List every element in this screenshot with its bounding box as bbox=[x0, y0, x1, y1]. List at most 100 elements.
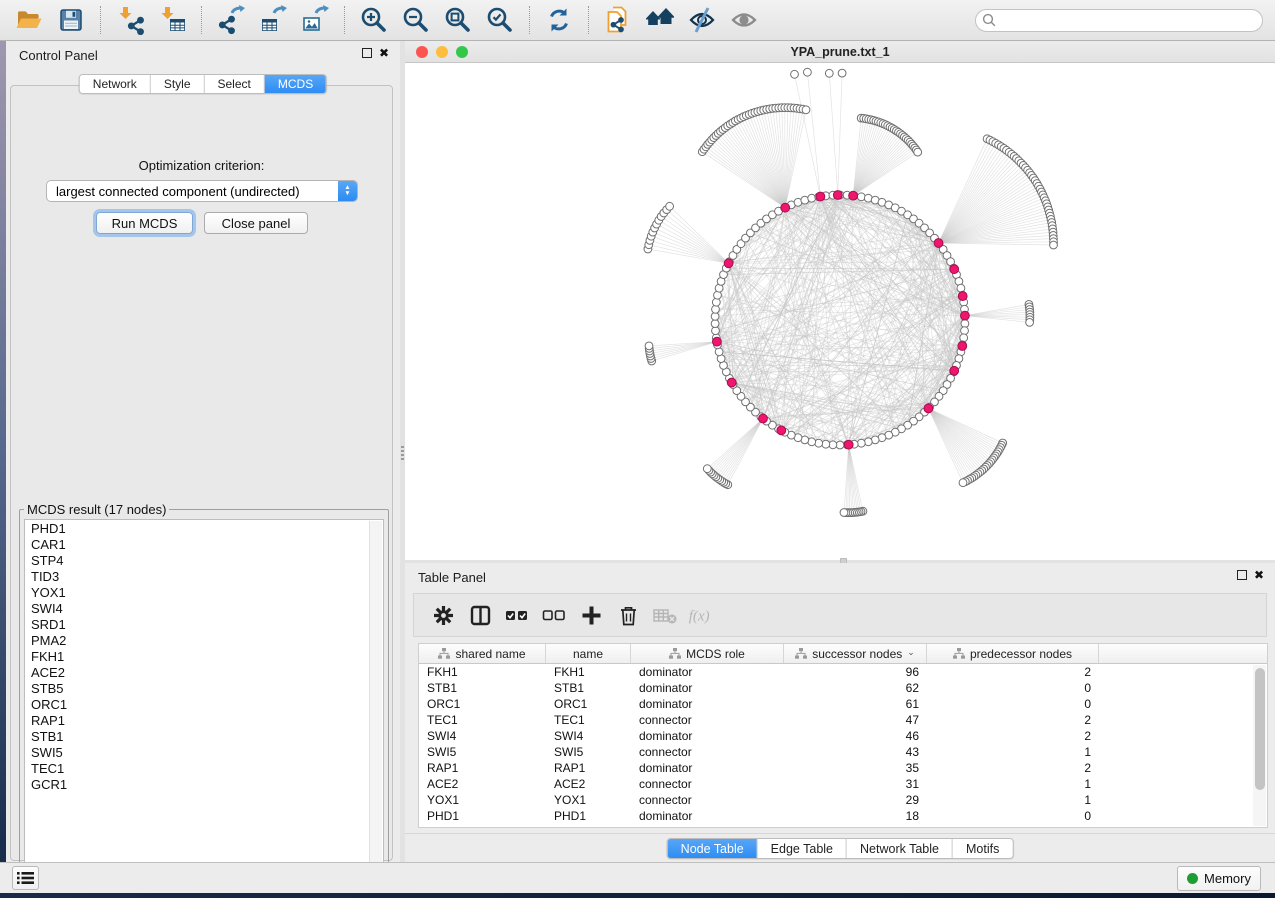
table-row[interactable]: ACE2ACE2connector311 bbox=[419, 776, 1267, 792]
cell-predecessor-nodes[interactable]: 0 bbox=[927, 696, 1099, 712]
cell-name[interactable]: RAP1 bbox=[546, 760, 631, 776]
memory-button[interactable]: Memory bbox=[1177, 866, 1261, 891]
cell-shared-name[interactable]: ACE2 bbox=[419, 776, 546, 792]
network-hub-node[interactable] bbox=[950, 366, 959, 375]
cell-MCDS-role[interactable]: dominator bbox=[631, 680, 784, 696]
export-table-icon[interactable] bbox=[256, 4, 290, 36]
network-node[interactable] bbox=[957, 284, 965, 292]
cell-shared-name[interactable]: STB1 bbox=[419, 680, 546, 696]
network-node[interactable] bbox=[838, 69, 846, 77]
cell-name[interactable]: YOX1 bbox=[546, 792, 631, 808]
cell-shared-name[interactable]: ORC1 bbox=[419, 696, 546, 712]
network-node[interactable] bbox=[840, 509, 848, 517]
cell-MCDS-role[interactable]: connector bbox=[631, 744, 784, 760]
cell-name[interactable]: FKH1 bbox=[546, 664, 631, 680]
tab-edge-table[interactable]: Edge Table bbox=[758, 839, 847, 858]
cell-shared-name[interactable]: SWI4 bbox=[419, 728, 546, 744]
network-node[interactable] bbox=[864, 438, 872, 446]
cell-predecessor-nodes[interactable]: 2 bbox=[927, 760, 1099, 776]
cell-shared-name[interactable]: TEC1 bbox=[419, 712, 546, 728]
table-scrollbar-thumb[interactable] bbox=[1255, 668, 1265, 790]
network-node[interactable] bbox=[645, 342, 653, 350]
network-node[interactable] bbox=[857, 439, 865, 447]
network-node[interactable] bbox=[791, 70, 799, 78]
network-node[interactable] bbox=[815, 439, 823, 447]
column-header-MCDS-role[interactable]: MCDS role bbox=[631, 644, 784, 663]
cell-MCDS-role[interactable]: connector bbox=[631, 712, 784, 728]
float-table-panel-icon[interactable] bbox=[1237, 570, 1247, 580]
zoom-fit-icon[interactable] bbox=[441, 4, 475, 36]
cell-shared-name[interactable]: YOX1 bbox=[419, 792, 546, 808]
cell-shared-name[interactable]: PHD1 bbox=[419, 808, 546, 824]
cell-name[interactable]: TEC1 bbox=[546, 712, 631, 728]
column-header-name[interactable]: name bbox=[546, 644, 631, 663]
network-hub-node[interactable] bbox=[833, 191, 842, 200]
cell-predecessor-nodes[interactable]: 2 bbox=[927, 664, 1099, 680]
zoom-selected-icon[interactable] bbox=[483, 4, 517, 36]
network-node[interactable] bbox=[711, 320, 719, 328]
show-graphics-details-icon[interactable] bbox=[727, 4, 761, 36]
mcds-result-item[interactable]: ORC1 bbox=[26, 697, 368, 713]
network-hub-node[interactable] bbox=[950, 265, 959, 274]
minimize-window-icon[interactable] bbox=[436, 46, 448, 58]
import-network-icon[interactable] bbox=[113, 4, 147, 36]
delete-icon[interactable] bbox=[613, 600, 643, 630]
cell-shared-name[interactable]: RAP1 bbox=[419, 760, 546, 776]
mcds-result-item[interactable]: SRD1 bbox=[26, 617, 368, 633]
mcds-result-item[interactable]: CAR1 bbox=[26, 537, 368, 553]
network-node[interactable] bbox=[714, 291, 722, 299]
cell-MCDS-role[interactable]: dominator bbox=[631, 808, 784, 824]
run-mcds-button[interactable]: Run MCDS bbox=[96, 212, 193, 234]
cell-successor-nodes[interactable]: 47 bbox=[784, 712, 927, 728]
column-header-shared-name[interactable]: shared name bbox=[419, 644, 546, 663]
home-icon[interactable] bbox=[643, 4, 677, 36]
add-icon[interactable] bbox=[576, 600, 606, 630]
save-icon[interactable] bbox=[54, 4, 88, 36]
float-panel-icon[interactable] bbox=[362, 48, 372, 58]
mcds-result-item[interactable]: STB5 bbox=[26, 681, 368, 697]
network-hub-node[interactable] bbox=[759, 414, 768, 423]
network-node[interactable] bbox=[829, 441, 837, 449]
cell-predecessor-nodes[interactable]: 2 bbox=[927, 728, 1099, 744]
mcds-result-item[interactable]: YOX1 bbox=[26, 585, 368, 601]
network-hub-node[interactable] bbox=[958, 342, 967, 351]
table-row[interactable]: SWI5SWI5connector431 bbox=[419, 744, 1267, 760]
cell-predecessor-nodes[interactable]: 2 bbox=[927, 712, 1099, 728]
mcds-result-item[interactable]: STP4 bbox=[26, 553, 368, 569]
maximize-window-icon[interactable] bbox=[456, 46, 468, 58]
network-node[interactable] bbox=[822, 440, 830, 448]
network-hub-node[interactable] bbox=[727, 378, 736, 387]
mcds-result-item[interactable]: TID3 bbox=[26, 569, 368, 585]
network-hub-node[interactable] bbox=[816, 192, 825, 201]
mcds-result-item[interactable]: SWI4 bbox=[26, 601, 368, 617]
cell-successor-nodes[interactable]: 29 bbox=[784, 792, 927, 808]
cell-MCDS-role[interactable]: dominator bbox=[631, 728, 784, 744]
visual-properties-icon[interactable] bbox=[685, 4, 719, 36]
network-node[interactable] bbox=[808, 194, 816, 202]
column-header-predecessor-nodes[interactable]: predecessor nodes bbox=[927, 644, 1099, 663]
network-node[interactable] bbox=[804, 68, 812, 76]
cell-successor-nodes[interactable]: 31 bbox=[784, 776, 927, 792]
tab-select[interactable]: Select bbox=[205, 75, 265, 93]
mcds-result-item[interactable]: GCR1 bbox=[26, 777, 368, 793]
column-header-successor-nodes[interactable]: successor nodes⌄ bbox=[784, 644, 927, 663]
table-row[interactable]: STB1STB1dominator620 bbox=[419, 680, 1267, 696]
select-all-icon[interactable] bbox=[502, 600, 532, 630]
mcds-result-item[interactable]: RAP1 bbox=[26, 713, 368, 729]
show-panels-button[interactable] bbox=[12, 866, 39, 890]
table-row[interactable]: PHD1PHD1dominator180 bbox=[419, 808, 1267, 824]
network-node[interactable] bbox=[1050, 241, 1058, 249]
tab-style[interactable]: Style bbox=[151, 75, 205, 93]
network-hub-node[interactable] bbox=[924, 404, 933, 413]
cell-name[interactable]: SWI5 bbox=[546, 744, 631, 760]
mcds-result-item[interactable]: TEC1 bbox=[26, 761, 368, 777]
network-hub-node[interactable] bbox=[781, 203, 790, 212]
table-scrollbar[interactable] bbox=[1253, 665, 1266, 826]
tab-node-table[interactable]: Node Table bbox=[668, 839, 758, 858]
network-node[interactable] bbox=[666, 202, 674, 210]
network-node[interactable] bbox=[825, 69, 833, 77]
cell-MCDS-role[interactable]: connector bbox=[631, 792, 784, 808]
mcds-list-scrollbar[interactable] bbox=[369, 521, 382, 867]
mcds-result-item[interactable]: ACE2 bbox=[26, 665, 368, 681]
network-node[interactable] bbox=[914, 148, 922, 156]
